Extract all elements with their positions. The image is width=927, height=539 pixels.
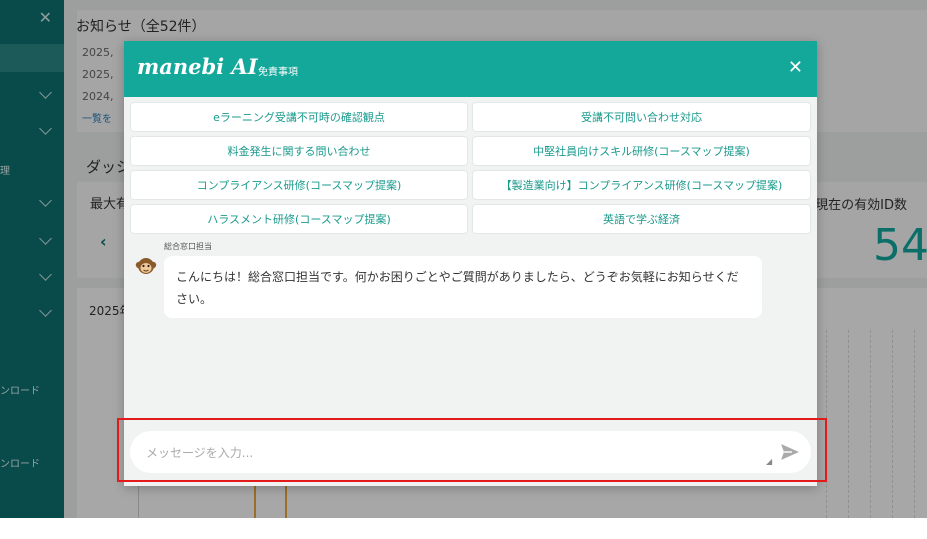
sender-name: 総合窓口担当 — [164, 242, 212, 251]
suggestion-button[interactable]: eラーニング受講不可時の確認観点 — [131, 103, 467, 131]
suggestion-button[interactable]: 受講不可問い合わせ対応 — [473, 103, 810, 131]
suggestion-button[interactable]: 英語で学ぶ経済 — [473, 205, 810, 233]
page-footer — [0, 518, 927, 539]
monkey-avatar-icon — [135, 255, 157, 277]
suggestion-button[interactable]: 料金発生に関する問い合わせ — [131, 137, 467, 165]
disclaimer-link[interactable]: 免責事項 — [258, 63, 298, 78]
suggestion-button[interactable]: 中堅社員向けスキル研修(コースマップ提案) — [473, 137, 810, 165]
suggestion-button[interactable]: コンプライアンス研修(コースマップ提案) — [131, 171, 467, 199]
chat-header: manebi AI 免責事項 ✕ — [124, 41, 817, 97]
brand-logo: manebi AI — [137, 54, 258, 79]
suggestion-button[interactable]: ハラスメント研修(コースマップ提案) — [131, 205, 467, 233]
suggestion-list: eラーニング受講不可時の確認観点 受講不可問い合わせ対応 料金発生に関する問い合… — [131, 103, 810, 233]
chat-message: こんにちは！総合窓口担当です。何かお困りごとやご質問がありましたら、どうぞお気軽… — [164, 256, 762, 318]
suggestion-button[interactable]: 【製造業向け】コンプライアンス研修(コースマップ提案) — [473, 171, 810, 199]
highlight-box — [117, 418, 827, 482]
close-icon[interactable]: ✕ — [788, 57, 803, 78]
